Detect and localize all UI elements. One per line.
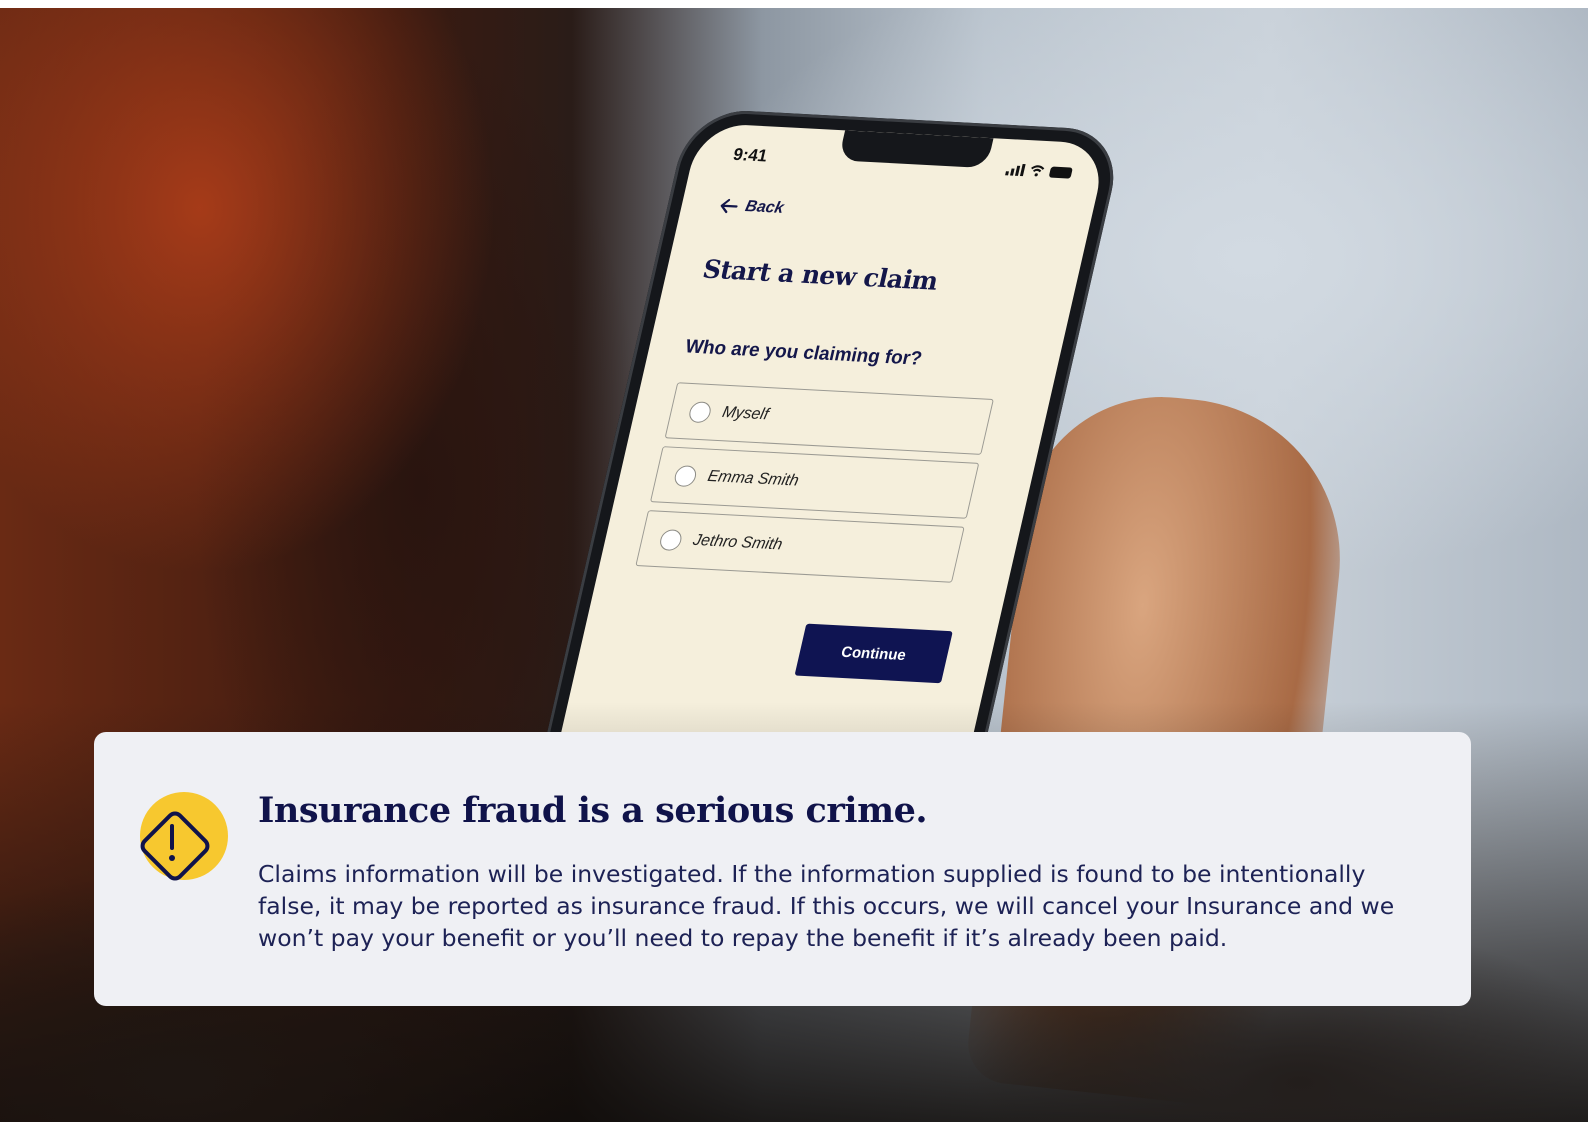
warning-body: Claims information will be investigated.… <box>258 860 1395 952</box>
warning-diamond-icon <box>132 790 232 890</box>
option-myself[interactable]: Myself <box>664 382 994 455</box>
arrow-left-icon <box>720 198 738 214</box>
signal-icon <box>1005 163 1026 177</box>
back-label: Back <box>743 197 786 217</box>
question-label: Who are you claiming for? <box>683 336 924 370</box>
option-emma-smith[interactable]: Emma Smith <box>649 446 980 519</box>
status-icons <box>1005 163 1073 179</box>
wifi-icon <box>1031 165 1045 177</box>
continue-button[interactable]: Continue <box>794 623 953 684</box>
option-jethro-smith[interactable]: Jethro Smith <box>635 510 965 583</box>
radio-button[interactable] <box>672 464 699 487</box>
battery-icon <box>1048 166 1073 179</box>
phone-notch <box>838 130 994 169</box>
radio-button[interactable] <box>687 400 713 423</box>
option-label: Jethro Smith <box>691 531 785 554</box>
fraud-warning-card: Insurance fraud is a serious crime. Clai… <box>94 732 1471 1006</box>
option-label: Myself <box>720 403 771 424</box>
back-button[interactable]: Back <box>718 197 786 218</box>
screen-title: Start a new claim <box>699 254 941 296</box>
warning-title: Insurance fraud is a serious crime. <box>258 790 928 831</box>
radio-button[interactable] <box>658 528 684 551</box>
option-label: Emma Smith <box>705 467 801 490</box>
claimant-options: Myself Emma Smith Jethro Smith <box>633 382 994 590</box>
status-time: 9:41 <box>731 144 770 166</box>
